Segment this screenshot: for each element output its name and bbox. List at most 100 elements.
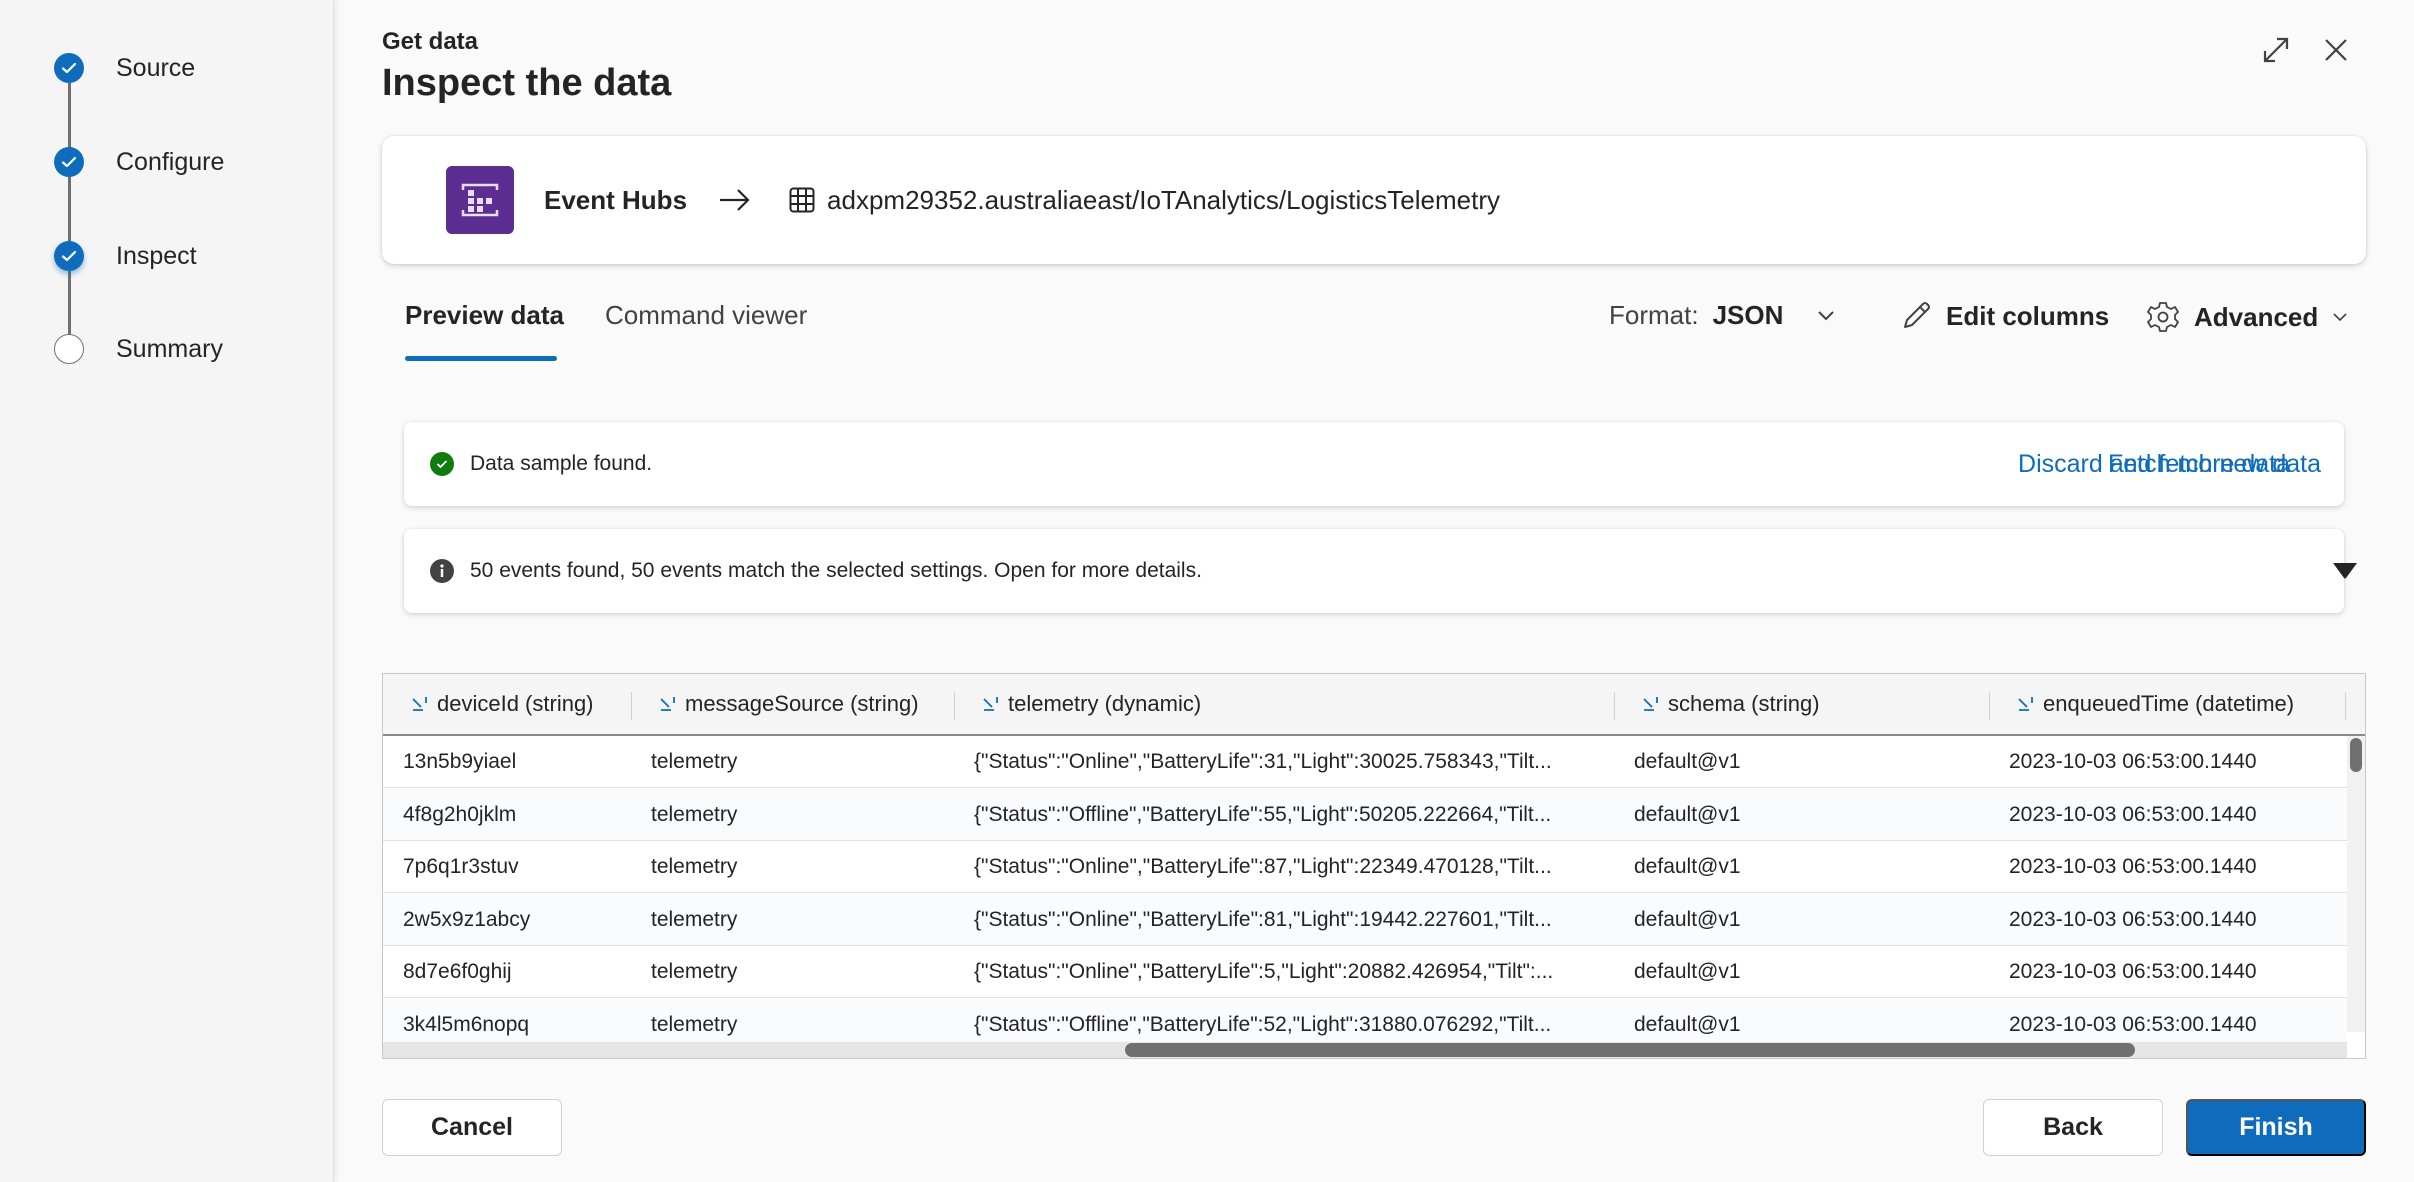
step-complete-check-icon — [54, 53, 84, 83]
step-label: Source — [116, 53, 196, 82]
arrow-right-icon — [720, 189, 750, 211]
tab-preview-data[interactable]: Preview data — [405, 300, 564, 331]
table-cell: telemetry — [651, 960, 738, 983]
vertical-scrollbar-thumb[interactable] — [2350, 738, 2362, 772]
table-cell: telemetry — [651, 907, 738, 931]
active-tab-indicator — [405, 356, 557, 361]
pencil-icon — [1904, 302, 1930, 328]
tab-command-viewer[interactable]: Command viewer — [605, 300, 807, 331]
dialog-kicker: Get data — [382, 28, 479, 55]
table-row[interactable]: 7p6q1r3stuv telemetry {"Status":"Online","… — [383, 841, 2347, 893]
column-header-label: telemetry (dynamic) — [1008, 691, 1202, 716]
column-type-icon — [1643, 697, 1658, 711]
table-cell: 2023-10-03 06:53:00.1440 — [2009, 855, 2257, 878]
column-header-schema[interactable]: schema (string) — [1614, 674, 1820, 734]
table-cell: default@v1 — [1634, 802, 1741, 826]
table-cell: 8d7e6f0ghij — [403, 960, 512, 983]
column-type-icon — [2018, 697, 2033, 711]
chevron-down-icon — [2333, 313, 2347, 322]
table-cell: telemetry — [651, 802, 738, 826]
table-cell: {"Status":"Online","BatteryLife":87,"Lig… — [974, 855, 1552, 878]
table-row[interactable]: 4f8g2h0jklm telemetry {"Status":"Offline",… — [383, 788, 2347, 841]
column-divider[interactable] — [2345, 692, 2346, 720]
back-button[interactable]: Back — [1983, 1099, 2163, 1156]
edit-columns-button[interactable]: Edit columns — [1900, 300, 2109, 332]
column-type-icon — [983, 697, 998, 711]
table-cell: default@v1 — [1634, 855, 1741, 878]
step-label: Configure — [116, 147, 225, 176]
edit-columns-label: Edit columns — [1946, 300, 2110, 331]
destination-path: adxpm29352.australiaeast/IoTAnalytics/Lo… — [827, 184, 1500, 215]
table-cell: default@v1 — [1634, 907, 1741, 931]
message-text: Data sample found. — [470, 452, 653, 475]
wizard-stepper: Source Configure Inspect Summary — [0, 0, 334, 1182]
finish-button[interactable]: Finish — [2186, 1099, 2366, 1156]
step-pending-circle-icon — [54, 334, 84, 364]
table-cell: telemetry — [651, 750, 738, 773]
step-source[interactable]: Source — [54, 51, 195, 85]
column-header-label: enqueuedTime (datetime) — [2043, 691, 2295, 716]
success-check-icon — [430, 452, 454, 476]
column-header-label: messageSource (string) — [685, 691, 919, 716]
step-configure[interactable]: Configure — [54, 145, 224, 179]
horizontal-scrollbar-thumb[interactable] — [1125, 1043, 2135, 1057]
expand-button[interactable] — [2254, 28, 2298, 72]
table-row[interactable]: 2w5x9z1abcy telemetry {"Status":"Online","… — [383, 893, 2347, 946]
info-icon — [430, 559, 454, 583]
close-button[interactable] — [2314, 28, 2358, 72]
step-complete-check-icon — [54, 241, 84, 271]
column-header-messagesource[interactable]: messageSource (string) — [631, 674, 919, 734]
grid-header: deviceId (string) messageSource (string)… — [383, 674, 2365, 736]
table-cell: {"Status":"Offline","BatteryLife":55,"Li… — [974, 802, 1552, 826]
step-label: Summary — [116, 334, 223, 363]
table-cell: {"Status":"Online","BatteryLife":81,"Lig… — [974, 907, 1552, 931]
column-header-label: deviceId (string) — [437, 691, 594, 716]
discard-and-fetch-link[interactable]: Discard and fetch new data — [2018, 450, 2321, 479]
format-label: Format: — [1609, 300, 1699, 330]
chevron-down-icon — [1818, 310, 1835, 320]
column-header-telemetry[interactable]: telemetry (dynamic) — [954, 674, 1201, 734]
expand-icon — [2263, 37, 2289, 63]
table-cell: 4f8g2h0jklm — [403, 802, 517, 826]
source-destination-card: Event Hubs adxpm29352.australiaeast/IoTA… — [382, 136, 2366, 264]
advanced-label: Advanced — [2194, 301, 2319, 332]
advanced-dropdown[interactable]: Advanced — [2146, 300, 2348, 334]
table-cell: telemetry — [651, 855, 738, 878]
gear-icon — [2147, 302, 2179, 332]
column-header-label: schema (string) — [1668, 691, 1820, 716]
data-sample-message-bar: Data sample found. Fetch more data Disca… — [404, 422, 2344, 506]
table-cell: 2023-10-03 06:53:00.1440 — [2009, 907, 2257, 931]
format-value: JSON — [1712, 300, 1784, 330]
caret-down-icon[interactable] — [2332, 562, 2358, 580]
vertical-scrollbar[interactable] — [2347, 736, 2365, 1032]
message-text: 50 events found, 50 events match the sel… — [470, 559, 1202, 582]
source-name: Event Hubs — [544, 184, 688, 215]
table-row[interactable]: 8d7e6f0ghij telemetry {"Status":"Online","… — [383, 946, 2347, 998]
table-cell: default@v1 — [1634, 750, 1741, 773]
table-cell: default@v1 — [1634, 960, 1741, 983]
table-cell: 2023-10-03 06:53:00.1440 — [2009, 750, 2257, 773]
table-cell: 2w5x9z1abcy — [403, 907, 531, 931]
table-icon — [789, 187, 815, 213]
main-panel: Get data Inspect the data Event Hubs adx… — [334, 0, 2414, 1182]
event-hubs-icon — [446, 166, 514, 234]
step-inspect[interactable]: Inspect — [54, 239, 197, 273]
cancel-button[interactable]: Cancel — [382, 1099, 562, 1156]
table-cell: 13n5b9yiael — [403, 750, 517, 773]
step-summary[interactable]: Summary — [54, 332, 223, 366]
step-label: Inspect — [116, 241, 197, 270]
step-complete-check-icon — [54, 147, 84, 177]
table-cell: 7p6q1r3stuv — [403, 855, 519, 878]
format-dropdown[interactable]: Format: JSON — [1609, 300, 1835, 331]
table-cell: 2023-10-03 06:53:00.1440 — [2009, 960, 2257, 983]
table-cell: {"Status":"Online","BatteryLife":5,"Ligh… — [974, 960, 1554, 983]
preview-data-grid: deviceId (string) messageSource (string)… — [382, 673, 2366, 1059]
column-header-deviceid[interactable]: deviceId (string) — [383, 674, 594, 734]
page-title: Inspect the data — [382, 62, 672, 104]
close-icon — [2325, 39, 2347, 61]
table-row[interactable]: 13n5b9yiael telemetry {"Status":"Online","… — [383, 736, 2347, 788]
column-type-icon — [660, 697, 675, 711]
table-cell: {"Status":"Online","BatteryLife":31,"Lig… — [974, 750, 1552, 773]
column-header-enqueuedtime[interactable]: enqueuedTime (datetime) — [1989, 674, 2294, 734]
events-info-message-bar[interactable]: 50 events found, 50 events match the sel… — [404, 529, 2357, 613]
